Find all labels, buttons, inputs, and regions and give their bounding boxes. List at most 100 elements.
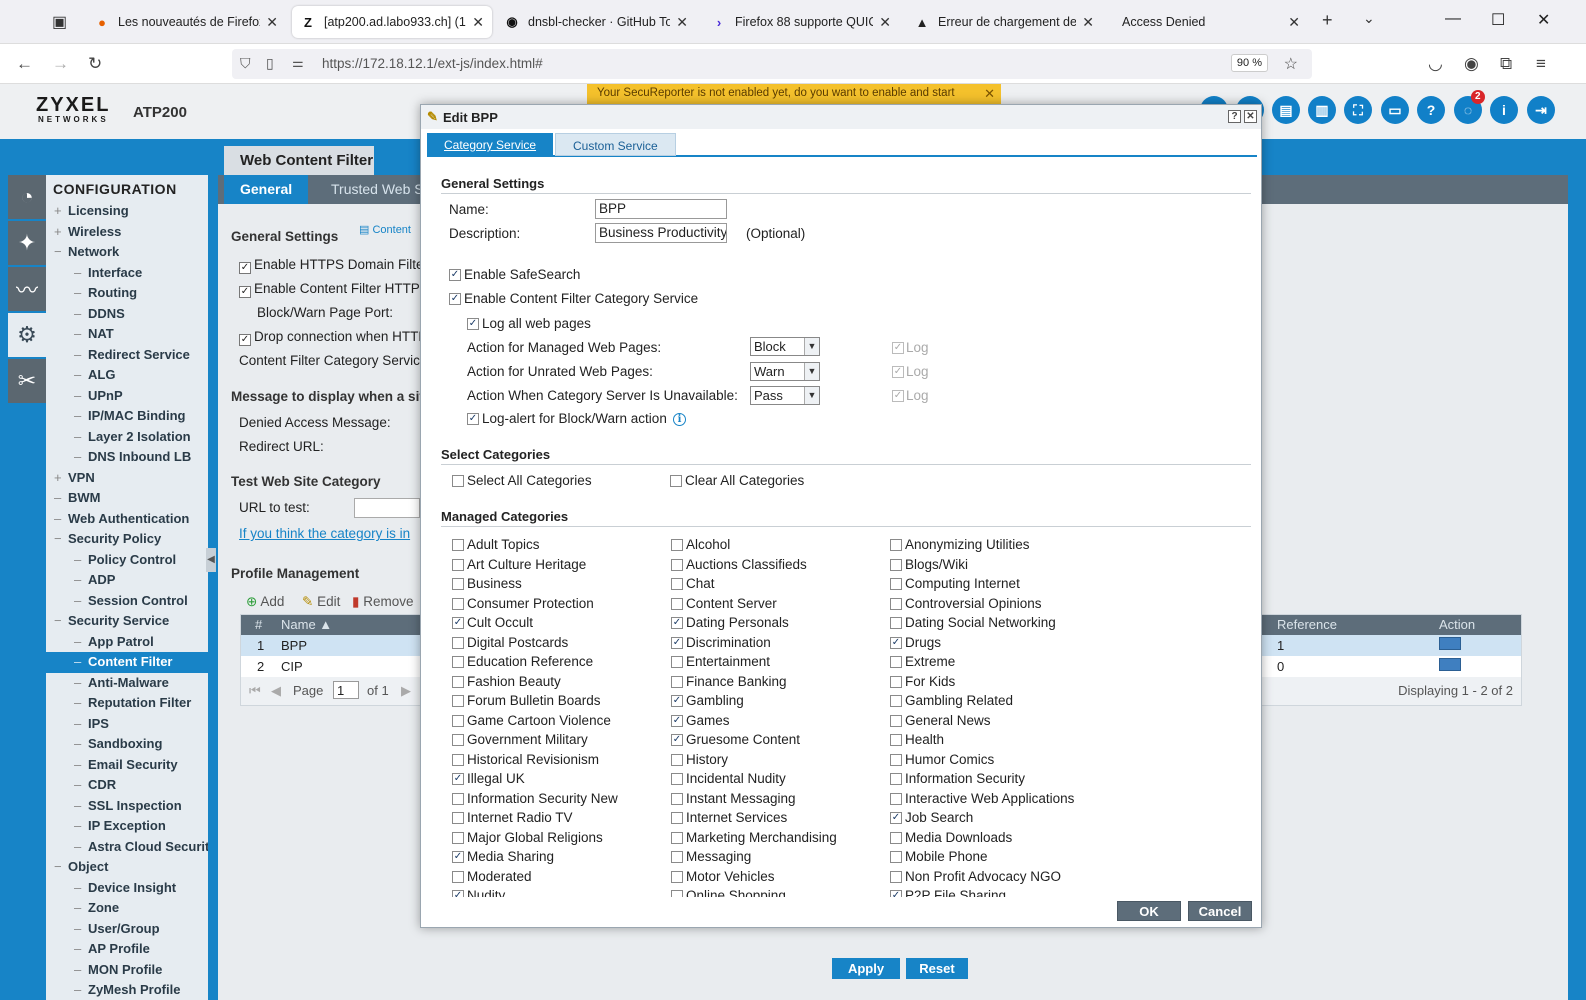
tree-expander-icon[interactable]: – (74, 755, 88, 776)
action-unrated-select[interactable]: Warn ▼ (750, 362, 820, 381)
remove-button[interactable]: ▮ Remove (352, 594, 413, 610)
browser-tab[interactable]: Z [atp200.ad.labo933.ch] (172. ✕ (292, 6, 492, 38)
category-checkbox[interactable]: ✓ (671, 636, 683, 649)
category-label[interactable]: Education Reference (467, 654, 593, 669)
category-label[interactable]: Mobile Phone (905, 849, 988, 864)
tree-expander-icon[interactable]: − (54, 242, 68, 263)
ok-button[interactable]: OK (1117, 901, 1181, 921)
sidebar-item-cdr[interactable]: – CDR (46, 775, 208, 796)
category-label[interactable]: Media Downloads (905, 830, 1012, 845)
category-checkbox[interactable] (671, 539, 683, 551)
category-label[interactable]: Interactive Web Applications (905, 791, 1074, 806)
category-checkbox[interactable] (452, 675, 464, 688)
content-link-label[interactable]: Content (372, 224, 411, 236)
category-label[interactable]: Gruesome Content (686, 732, 800, 747)
category-label[interactable]: Media Sharing (467, 849, 554, 864)
browser-tab[interactable]: › Firefox 88 supporte QUIC et ✕ (703, 6, 899, 38)
cancel-button[interactable]: Cancel (1188, 901, 1252, 921)
category-checkbox[interactable] (890, 597, 902, 610)
permissions-icon[interactable]: ⚌ (292, 55, 304, 71)
category-label[interactable]: For Kids (905, 674, 955, 689)
sidebar-item-mon-profile[interactable]: – MON Profile (46, 960, 208, 981)
category-checkbox[interactable] (890, 558, 902, 571)
category-label[interactable]: Content Server (686, 596, 777, 611)
tree-expander-icon[interactable]: – (74, 324, 88, 345)
browser-tab[interactable]: ▲ Erreur de chargement de la p ✕ (906, 6, 1102, 38)
category-checkbox[interactable]: ✓ (890, 812, 902, 824)
category-checkbox[interactable] (671, 675, 683, 688)
category-label[interactable]: Major Global Religions (467, 830, 603, 845)
enable-safesearch-label[interactable]: Enable SafeSearch (464, 267, 580, 282)
back-icon[interactable]: ← (16, 54, 33, 74)
sidebar-item-web-authentication[interactable]: – Web Authentication (46, 509, 208, 530)
tree-expander-icon[interactable]: – (74, 447, 88, 468)
category-label[interactable]: Information Security (905, 771, 1025, 786)
sidebar-item-session-control[interactable]: – Session Control (46, 591, 208, 612)
tree-expander-icon[interactable]: – (74, 960, 88, 981)
page-tab-web-content-filter[interactable]: Web Content Filter (224, 146, 374, 175)
category-checkbox[interactable] (671, 753, 683, 766)
opt-https-domain-checkbox[interactable]: ✓ (239, 262, 251, 274)
category-checkbox[interactable] (671, 773, 683, 785)
tree-expander-icon[interactable]: – (54, 509, 68, 530)
tree-expander-icon[interactable]: − (54, 857, 68, 878)
category-label[interactable]: General News (905, 713, 991, 728)
sidebar-item-reputation-filter[interactable]: – Reputation Filter (46, 693, 208, 714)
category-label[interactable]: Controversial Opinions (905, 596, 1042, 611)
category-checkbox[interactable] (671, 558, 683, 571)
category-checkbox[interactable] (452, 792, 464, 805)
category-label[interactable]: Extreme (905, 654, 955, 669)
tab-list-icon[interactable]: ▣ (52, 12, 67, 32)
monitor-icon[interactable]: ▥ (1308, 96, 1336, 124)
category-checkbox[interactable] (452, 714, 464, 727)
category-checkbox[interactable] (452, 695, 464, 707)
url-to-test-input[interactable] (354, 498, 420, 518)
notice-text[interactable]: Your SecuReporter is not enabled yet, do… (597, 87, 955, 99)
pocket-icon[interactable]: ◡ (1428, 54, 1443, 74)
maximize-icon[interactable]: ☐ (1491, 10, 1505, 30)
category-checkbox[interactable] (890, 695, 902, 707)
tab-close-icon[interactable]: ✕ (879, 14, 891, 31)
menu-icon[interactable]: ≡ (1536, 54, 1546, 74)
sidebar-item-vpn[interactable]: + VPN (46, 468, 208, 489)
sidebar-item-user-group[interactable]: – User/Group (46, 919, 208, 940)
new-tab-icon[interactable]: + (1322, 10, 1333, 31)
category-label[interactable]: Consumer Protection (467, 596, 594, 611)
sidebar-item-security-policy[interactable]: − Security Policy (46, 529, 208, 550)
tree-expander-icon[interactable]: – (74, 939, 88, 960)
sidebar-item-anti-malware[interactable]: – Anti-Malware (46, 673, 208, 694)
sidebar-item-alg[interactable]: – ALG (46, 365, 208, 386)
sidebar-item-interface[interactable]: – Interface (46, 263, 208, 284)
tree-expander-icon[interactable]: – (74, 345, 88, 366)
category-checkbox[interactable] (890, 656, 902, 668)
dropdown-arrow-icon[interactable]: ▼ (804, 363, 819, 380)
category-label[interactable]: Government Military (467, 732, 588, 747)
browser-tab[interactable]: ◉ dnsbl-checker · GitHub Topi ✕ (496, 6, 696, 38)
category-checkbox[interactable] (890, 831, 902, 844)
first-page-icon[interactable]: ⏮ (249, 683, 261, 699)
category-checkbox[interactable]: ✓ (452, 773, 464, 785)
apply-button[interactable]: Apply (832, 958, 900, 979)
next-page-icon[interactable]: ▶ (401, 683, 411, 699)
category-label[interactable]: Illegal UK (467, 771, 525, 786)
sidebar-item-network[interactable]: − Network (46, 242, 208, 263)
enable-cat-service-label[interactable]: Enable Content Filter Category Service (464, 291, 698, 306)
extensions-icon[interactable]: ⧉ (1500, 54, 1512, 74)
category-checkbox[interactable] (890, 578, 902, 590)
category-checkbox[interactable]: ✓ (890, 636, 902, 649)
action-unrated-value[interactable]: Warn (754, 364, 785, 379)
category-checkbox[interactable]: ✓ (671, 617, 683, 629)
name-input[interactable]: BPP (595, 199, 727, 219)
row-action-icon[interactable] (1439, 658, 1461, 671)
sidebar-item-content-filter[interactable]: – Content Filter (46, 652, 208, 673)
category-label[interactable]: Finance Banking (686, 674, 787, 689)
category-label[interactable]: Chat (686, 576, 715, 591)
notifications-icon[interactable]: ◌ 2 (1454, 90, 1485, 124)
tree-expander-icon[interactable]: – (74, 591, 88, 612)
help-icon[interactable]: ? (1417, 96, 1445, 124)
category-checkbox[interactable] (890, 539, 902, 551)
network-map-icon[interactable]: ⛶ (1344, 96, 1372, 124)
category-label[interactable]: History (686, 752, 728, 767)
tree-expander-icon[interactable]: – (74, 652, 88, 673)
sidebar-item-dns-inbound-lb[interactable]: – DNS Inbound LB (46, 447, 208, 468)
